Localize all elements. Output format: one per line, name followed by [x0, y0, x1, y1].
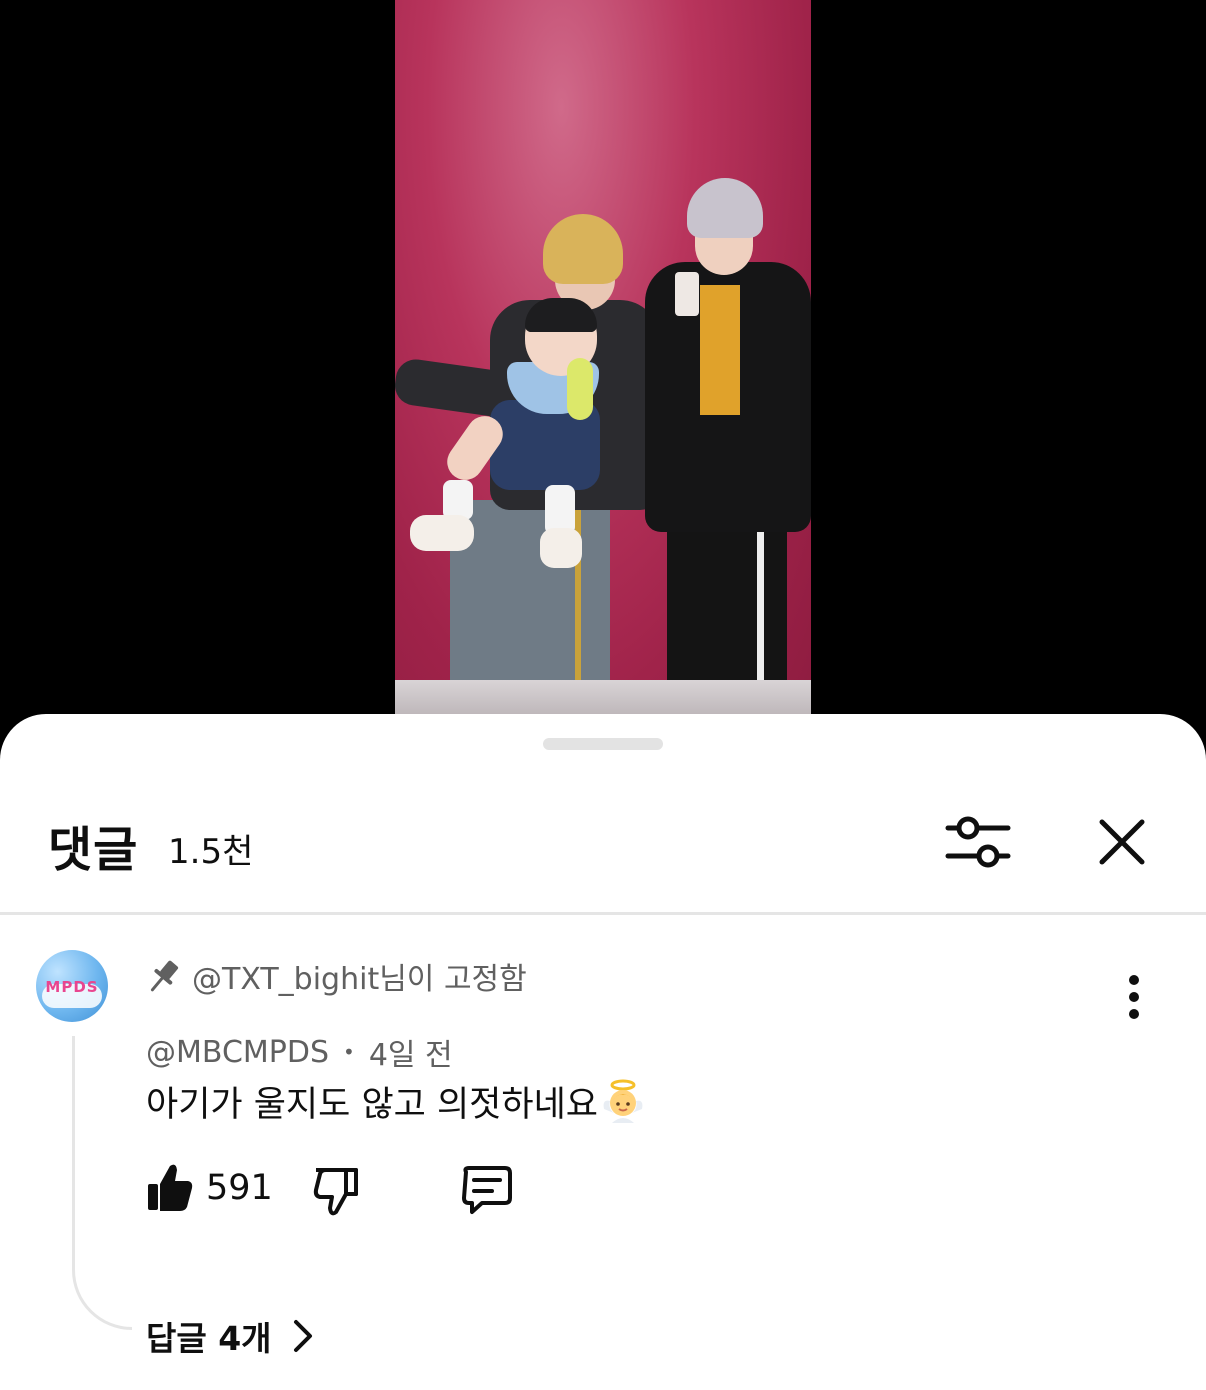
baby-angel-emoji-icon — [603, 1079, 643, 1123]
video-content-figure — [675, 272, 699, 316]
meta-separator: • — [343, 1040, 355, 1064]
comments-count: 1.5천 — [168, 832, 254, 872]
pin-icon — [150, 960, 179, 992]
video-content-figure — [540, 528, 582, 568]
header-divider — [0, 912, 1206, 915]
drag-handle[interactable] — [543, 738, 663, 750]
like-count: 591 — [206, 1168, 273, 1208]
video-content-figure — [687, 178, 763, 238]
sliders-icon — [945, 816, 1011, 868]
like-button[interactable] — [146, 1160, 194, 1216]
sort-filter-button[interactable] — [940, 810, 1016, 874]
pinned-comment: MPDS @TXT_bighit님이 고정함 @MBCMPDS • 4일 전 아… — [0, 924, 1206, 1390]
video-content-figure — [525, 298, 597, 332]
chevron-right-icon — [293, 1320, 312, 1352]
pinned-by-text: @TXT_bighit님이 고정함 — [192, 962, 527, 997]
pinned-indicator: @TXT_bighit님이 고정함 — [146, 954, 527, 998]
video-content-figure — [543, 214, 623, 284]
video-content-figure — [700, 285, 740, 415]
comment-meta: @MBCMPDS • 4일 전 — [146, 1030, 453, 1074]
view-replies-button[interactable]: 답글 4개 — [146, 1312, 316, 1360]
video-content-figure — [757, 530, 764, 680]
video-content-figure — [443, 480, 473, 520]
video-frame — [395, 0, 811, 716]
close-icon — [1099, 819, 1145, 865]
comment-bubble-icon — [462, 1166, 512, 1214]
thumbs-up-icon — [148, 1164, 193, 1211]
comment-text: 아기가 울지도 않고 의젓하네요 — [146, 1076, 646, 1127]
comments-title: 댓글 — [48, 822, 139, 878]
video-content-figure — [410, 515, 474, 551]
comments-sheet: 댓글 1.5천 MPDS @TXT_bighit님이 고정함 @MBCMPDS … — [0, 714, 1206, 1390]
reply-button[interactable] — [460, 1164, 514, 1218]
thumbs-down-icon — [313, 1168, 358, 1216]
replies-label: 답글 4개 — [146, 1319, 272, 1358]
comment-time: 4일 전 — [368, 1038, 453, 1073]
close-button[interactable] — [1090, 810, 1154, 874]
dislike-button[interactable] — [312, 1164, 360, 1220]
avatar-logo-text: MPDS — [45, 978, 99, 996]
comment-body: 아기가 울지도 않고 의젓하네요 — [146, 1085, 598, 1125]
video-player[interactable] — [0, 0, 1206, 716]
comment-actions: 591 — [146, 1160, 566, 1220]
avatar[interactable]: MPDS — [36, 950, 108, 1022]
video-content-figure — [567, 358, 593, 420]
more-vertical-icon — [1129, 975, 1139, 1019]
video-content-floor — [395, 680, 811, 716]
thread-line — [72, 1036, 132, 1330]
comment-author[interactable]: @MBCMPDS — [146, 1035, 329, 1070]
comment-menu-button[interactable] — [1112, 970, 1156, 1026]
comments-header: 댓글 1.5천 — [0, 788, 1206, 898]
